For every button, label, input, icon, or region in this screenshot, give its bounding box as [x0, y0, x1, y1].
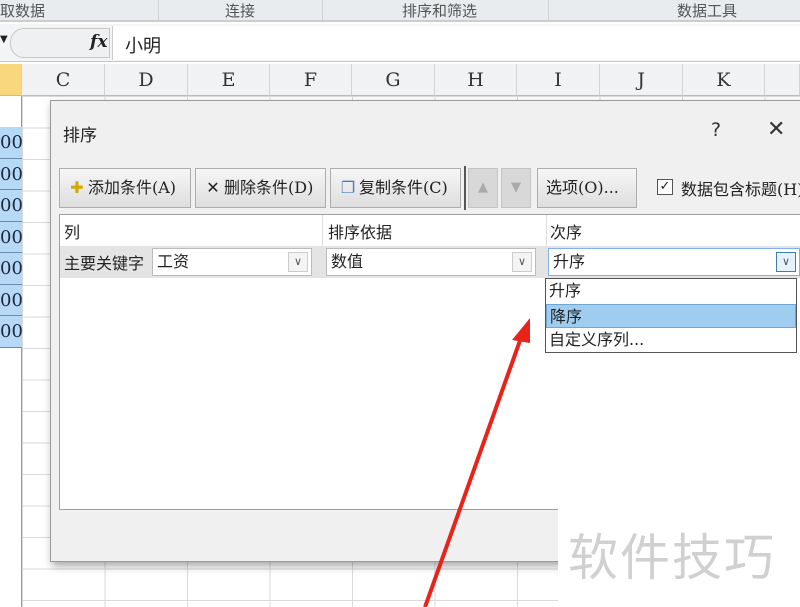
column-header-h[interactable]: H: [435, 64, 517, 96]
cell[interactable]: 00: [0, 253, 22, 285]
column-b-cells: 00 00 00 00 00 00 00: [0, 96, 22, 607]
order-header-label: 次序: [550, 223, 583, 242]
column-header-k[interactable]: K: [683, 64, 765, 96]
column-header-e[interactable]: E: [188, 64, 270, 96]
formula-input[interactable]: 小明: [112, 26, 800, 60]
chevron-down-icon[interactable]: ∨: [776, 252, 796, 272]
cell[interactable]: 00: [0, 158, 22, 190]
column-select-value: 工资: [157, 252, 190, 271]
watermark-text: 软件技巧: [568, 529, 776, 587]
cell[interactable]: 00: [0, 284, 22, 316]
chevron-down-icon[interactable]: ∨: [512, 252, 532, 272]
down-arrow-icon: ▼: [511, 180, 521, 195]
column-header-c[interactable]: C: [22, 64, 105, 96]
column-header-j[interactable]: J: [600, 64, 683, 96]
move-down-button[interactable]: ▼: [501, 168, 531, 208]
column-header-b[interactable]: [0, 64, 22, 96]
sort-condition-row[interactable]: 主要关键字 工资 ∨ 数值 ∨ 升序 ∨: [60, 246, 800, 278]
copy-condition-label: 复制条件(C): [359, 178, 448, 197]
copy-icon: ❐: [340, 178, 356, 197]
column-header-i[interactable]: I: [517, 64, 600, 96]
sort-on-select-value: 数值: [331, 252, 364, 271]
delete-condition-button[interactable]: ✕ 删除条件(D): [195, 168, 326, 208]
order-option-descending[interactable]: 降序: [546, 303, 796, 328]
ribbon-group-data-tools: 数据工具: [677, 2, 738, 20]
move-up-button[interactable]: ▲: [468, 168, 498, 208]
header-checkbox-label[interactable]: 数据包含标题(H): [681, 176, 800, 200]
options-button[interactable]: 选项(O)...: [537, 168, 637, 208]
cell[interactable]: 00: [0, 190, 22, 222]
cell[interactable]: 00: [0, 316, 22, 348]
primary-key-label: 主要关键字: [64, 254, 145, 273]
close-button[interactable]: ✕: [767, 117, 785, 142]
order-select-value: 升序: [553, 252, 586, 271]
formula-bar: ▼ fx 小明: [0, 24, 800, 62]
namebox-dropdown-icon[interactable]: ▼: [0, 34, 8, 45]
column-header-d[interactable]: D: [105, 64, 188, 96]
add-condition-label: 添加条件(A): [88, 178, 177, 197]
ribbon-group-labels: 取数据 连接 排序和筛选 数据工具: [0, 0, 800, 22]
ribbon-group-connections: 连接: [225, 2, 256, 20]
header-checkbox[interactable]: ✓: [657, 179, 673, 195]
chevron-down-icon[interactable]: ∨: [288, 252, 308, 272]
cell[interactable]: 00: [0, 221, 22, 253]
sort-conditions-list: 列 排序依据 次序 主要关键字 工资 ∨ 数值 ∨ 升序 ∨: [59, 214, 800, 510]
up-arrow-icon: ▲: [478, 180, 488, 195]
ribbon-group-get-data: 取数据: [0, 2, 46, 20]
column-select[interactable]: 工资 ∨: [152, 248, 312, 276]
column-header-label: 列: [64, 223, 81, 242]
column-header-f[interactable]: F: [270, 64, 352, 96]
toolbar-divider: [464, 166, 466, 210]
column-header-g[interactable]: G: [352, 64, 435, 96]
help-button[interactable]: ?: [711, 119, 721, 141]
fx-icon[interactable]: fx: [90, 32, 107, 52]
column-header-l[interactable]: [765, 64, 800, 96]
add-condition-button[interactable]: ✚ 添加条件(A): [59, 168, 191, 208]
cell[interactable]: 00: [0, 127, 22, 159]
delete-x-icon: ✕: [206, 178, 220, 197]
add-sort-icon: ✚: [70, 178, 84, 197]
order-select[interactable]: 升序 ∨: [548, 248, 800, 276]
order-option-ascending[interactable]: 升序: [546, 279, 796, 304]
order-dropdown-list: 升序 降序 自定义序列...: [545, 278, 797, 353]
copy-condition-button[interactable]: ❐ 复制条件(C): [330, 168, 461, 208]
watermark: 软件技巧: [558, 508, 800, 607]
sort-on-header-label: 排序依据: [328, 223, 393, 242]
sort-on-select[interactable]: 数值 ∨: [326, 248, 536, 276]
ribbon-group-sort-filter: 排序和筛选: [402, 2, 478, 20]
delete-condition-label: 删除条件(D): [224, 178, 314, 197]
order-option-custom[interactable]: 自定义序列...: [546, 328, 796, 353]
dialog-title: 排序: [63, 126, 97, 146]
